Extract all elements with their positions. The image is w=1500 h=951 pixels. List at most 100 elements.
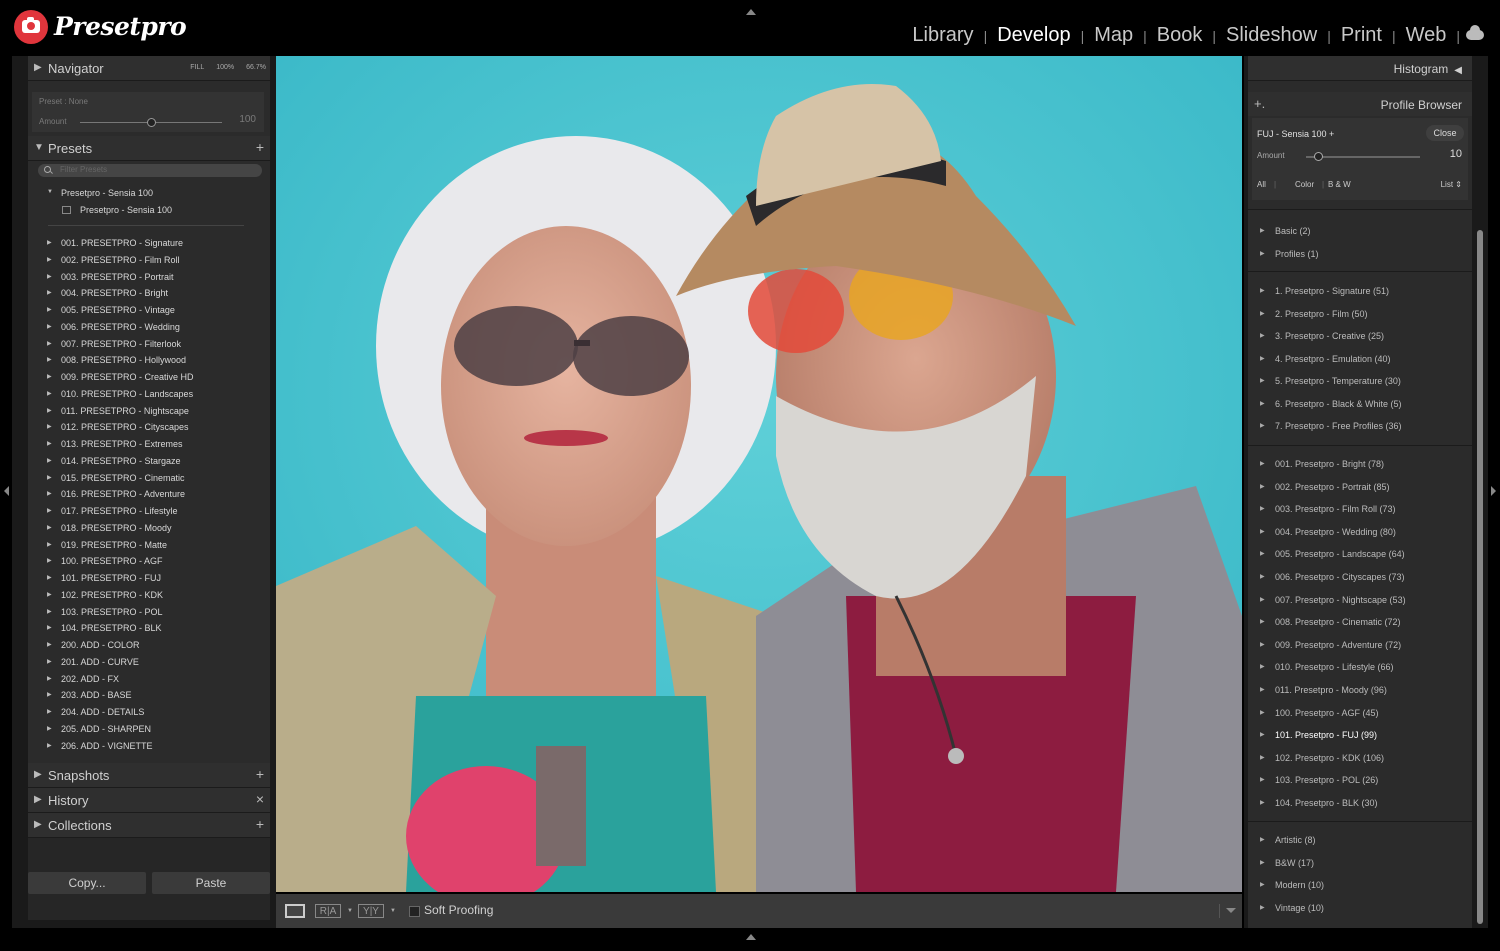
dropdown-icon[interactable]: ▼ [390, 908, 396, 914]
clear-history-icon[interactable]: × [256, 791, 264, 807]
profile-group-item[interactable]: ▶ Vintage (10) [1260, 903, 1324, 913]
profile-group-item[interactable]: ▶ 008. Presetpro - Cinematic (72) [1260, 617, 1401, 627]
profile-group-item[interactable]: ▶ 007. Presetpro - Nightscape (53) [1260, 595, 1406, 605]
view-list-dropdown[interactable]: List ⇕ [1441, 180, 1462, 189]
profile-group-item[interactable]: ▶ 1. Presetpro - Signature (51) [1260, 286, 1389, 296]
zoom-100[interactable]: 100% [216, 64, 234, 71]
profile-group-item[interactable]: ▶ 100. Presetpro - AGF (45) [1260, 708, 1379, 718]
amount-slider-knob[interactable] [147, 118, 156, 127]
add-snapshot-icon[interactable]: + [256, 766, 264, 782]
preset-group[interactable]: ▶ 016. PRESETPRO - Adventure [47, 489, 185, 499]
profile-group-item[interactable]: ▶ 002. Presetpro - Portrait (85) [1260, 482, 1390, 492]
add-collection-icon[interactable]: + [256, 816, 264, 832]
profile-group-item[interactable]: ▶ 4. Presetpro - Emulation (40) [1260, 354, 1391, 364]
navigator-header[interactable]: ▶ Navigator FILL 100% 66.7% [28, 56, 270, 81]
module-slideshow[interactable]: Slideshow [1224, 24, 1319, 47]
before-after-split-button[interactable]: Y|Y [358, 904, 384, 918]
preset-group-open[interactable]: ▼ Presetpro - Sensia 100 [47, 188, 153, 198]
zoom-667[interactable]: 66.7% [246, 64, 266, 71]
profile-group-item[interactable]: ▶ 7. Presetpro - Free Profiles (36) [1260, 421, 1402, 431]
zoom-fill[interactable]: FILL [190, 64, 204, 71]
preset-group[interactable]: ▶ 203. ADD - BASE [47, 690, 132, 700]
profile-group-item[interactable]: ▶ 009. Presetpro - Adventure (72) [1260, 640, 1401, 650]
profile-group-item[interactable]: ▶ 2. Presetpro - Film (50) [1260, 309, 1368, 319]
collapse-left-icon[interactable] [4, 486, 9, 496]
preset-group[interactable]: ▶ 007. PRESETPRO - Filterlook [47, 339, 181, 349]
preset-group[interactable]: ▶ 017. PRESETPRO - Lifestyle [47, 506, 178, 516]
preset-group[interactable]: ▶ 001. PRESETPRO - Signature [47, 238, 183, 248]
profile-group-item[interactable]: ▶ Modern (10) [1260, 880, 1324, 890]
profile-group-item[interactable]: ▶ 6. Presetpro - Black & White (5) [1260, 399, 1402, 409]
before-after-button[interactable]: R|A [315, 904, 341, 918]
amount-value[interactable]: 100 [239, 114, 256, 125]
paste-button[interactable]: Paste [152, 872, 270, 894]
profile-group-item[interactable]: ▶ 3. Presetpro - Creative (25) [1260, 331, 1384, 341]
preset-group[interactable]: ▶ 008. PRESETPRO - Hollywood [47, 355, 186, 365]
preset-group[interactable]: ▶ 204. ADD - DETAILS [47, 707, 144, 717]
profile-amount-value[interactable]: 10 [1450, 148, 1462, 160]
filter-all[interactable]: All [1257, 180, 1266, 189]
profile-group-item[interactable]: ▶ 005. Presetpro - Landscape (64) [1260, 549, 1405, 559]
histogram-header[interactable]: Histogram ◀ [1248, 56, 1472, 80]
preset-group[interactable]: ▶ 206. ADD - VIGNETTE [47, 741, 153, 751]
preset-group[interactable]: ▶ 002. PRESETPRO - Film Roll [47, 255, 180, 265]
profile-group-item[interactable]: ▶ 001. Presetpro - Bright (78) [1260, 459, 1384, 469]
preset-group[interactable]: ▶ 205. ADD - SHARPEN [47, 724, 151, 734]
preset-group[interactable]: ▶ 101. PRESETPRO - FUJ [47, 573, 161, 583]
profile-amount-track[interactable] [1306, 156, 1420, 158]
profile-group-item[interactable]: ▶ B&W (17) [1260, 858, 1314, 868]
soft-proofing-checkbox[interactable] [409, 906, 420, 917]
preset-group[interactable]: ▶ 012. PRESETPRO - Cityscapes [47, 422, 189, 432]
history-header[interactable]: ▶ History × [28, 788, 270, 813]
profile-amount-knob[interactable] [1314, 152, 1324, 161]
preset-group[interactable]: ▶ 200. ADD - COLOR [47, 640, 140, 650]
copy-button[interactable]: Copy... [28, 872, 146, 894]
collapse-right-icon[interactable] [1491, 486, 1496, 496]
preset-group[interactable]: ▶ 014. PRESETPRO - Stargaze [47, 456, 181, 466]
preset-group[interactable]: ▶ 005. PRESETPRO - Vintage [47, 305, 175, 315]
profile-group-item[interactable]: ▶ 003. Presetpro - Film Roll (73) [1260, 504, 1396, 514]
module-library[interactable]: Library [910, 24, 975, 47]
collections-header[interactable]: ▶ Collections + [28, 813, 270, 838]
module-web[interactable]: Web [1404, 24, 1449, 47]
preset-group[interactable]: ▶ 019. PRESETPRO - Matte [47, 540, 167, 550]
close-button[interactable]: Close [1426, 125, 1464, 141]
collapse-top-icon[interactable] [746, 9, 756, 15]
preset-group[interactable]: ▶ 006. PRESETPRO - Wedding [47, 322, 180, 332]
collapse-bottom-icon[interactable] [746, 934, 756, 940]
preset-group[interactable]: ▶ 103. PRESETPRO - POL [47, 607, 163, 617]
profile-group-item[interactable]: ▶ 011. Presetpro - Moody (96) [1260, 685, 1387, 695]
profile-group-item[interactable]: ▶ 101. Presetpro - FUJ (99) [1260, 730, 1377, 740]
dropdown-icon[interactable]: ▼ [347, 908, 353, 914]
profile-group-item[interactable]: ▶ Profiles (1) [1260, 249, 1319, 259]
profile-group-item[interactable]: ▶ 006. Presetpro - Cityscapes (73) [1260, 572, 1405, 582]
preset-group[interactable]: ▶ 009. PRESETPRO - Creative HD [47, 372, 194, 382]
filter-presets-input[interactable]: Filter Presets [38, 164, 262, 177]
preset-group[interactable]: ▶ 011. PRESETPRO - Nightscape [47, 406, 189, 416]
right-panel-scrollbar[interactable] [1477, 230, 1483, 924]
preset-group[interactable]: ▶ 104. PRESETPRO - BLK [47, 623, 162, 633]
cloud-icon[interactable] [1466, 25, 1484, 40]
module-print[interactable]: Print [1339, 24, 1384, 47]
profile-group-item[interactable]: ▶ 102. Presetpro - KDK (106) [1260, 753, 1384, 763]
profile-group-item[interactable]: ▶ 104. Presetpro - BLK (30) [1260, 798, 1378, 808]
preset-group[interactable]: ▶ 010. PRESETPRO - Landscapes [47, 389, 193, 399]
profile-group-item[interactable]: ▶ Artistic (8) [1260, 835, 1316, 845]
presets-header[interactable]: ▼ Presets + [28, 136, 270, 161]
profile-group-item[interactable]: ▶ 010. Presetpro - Lifestyle (66) [1260, 662, 1394, 672]
preset-group[interactable]: ▶ 102. PRESETPRO - KDK [47, 590, 163, 600]
preset-group[interactable]: ▶ 013. PRESETPRO - Extremes [47, 439, 183, 449]
module-map[interactable]: Map [1092, 24, 1135, 47]
preset-group[interactable]: ▶ 003. PRESETPRO - Portrait [47, 272, 174, 282]
preset-group[interactable]: ▶ 201. ADD - CURVE [47, 657, 139, 667]
add-preset-icon[interactable]: + [256, 139, 264, 155]
module-develop[interactable]: Develop [995, 24, 1072, 47]
profile-group-item[interactable]: ▶ 5. Presetpro - Temperature (30) [1260, 376, 1401, 386]
zoom-options[interactable]: FILL 100% 66.7% [178, 64, 266, 71]
preset-group[interactable]: ▶ 015. PRESETPRO - Cinematic [47, 473, 185, 483]
snapshots-header[interactable]: ▶ Snapshots + [28, 763, 270, 788]
profile-group-item[interactable]: ▶ Basic (2) [1260, 226, 1311, 236]
loupe-view-icon[interactable] [285, 904, 305, 918]
profile-group-item[interactable]: ▶ 004. Presetpro - Wedding (80) [1260, 527, 1396, 537]
profile-group-item[interactable]: ▶ 103. Presetpro - POL (26) [1260, 775, 1378, 785]
